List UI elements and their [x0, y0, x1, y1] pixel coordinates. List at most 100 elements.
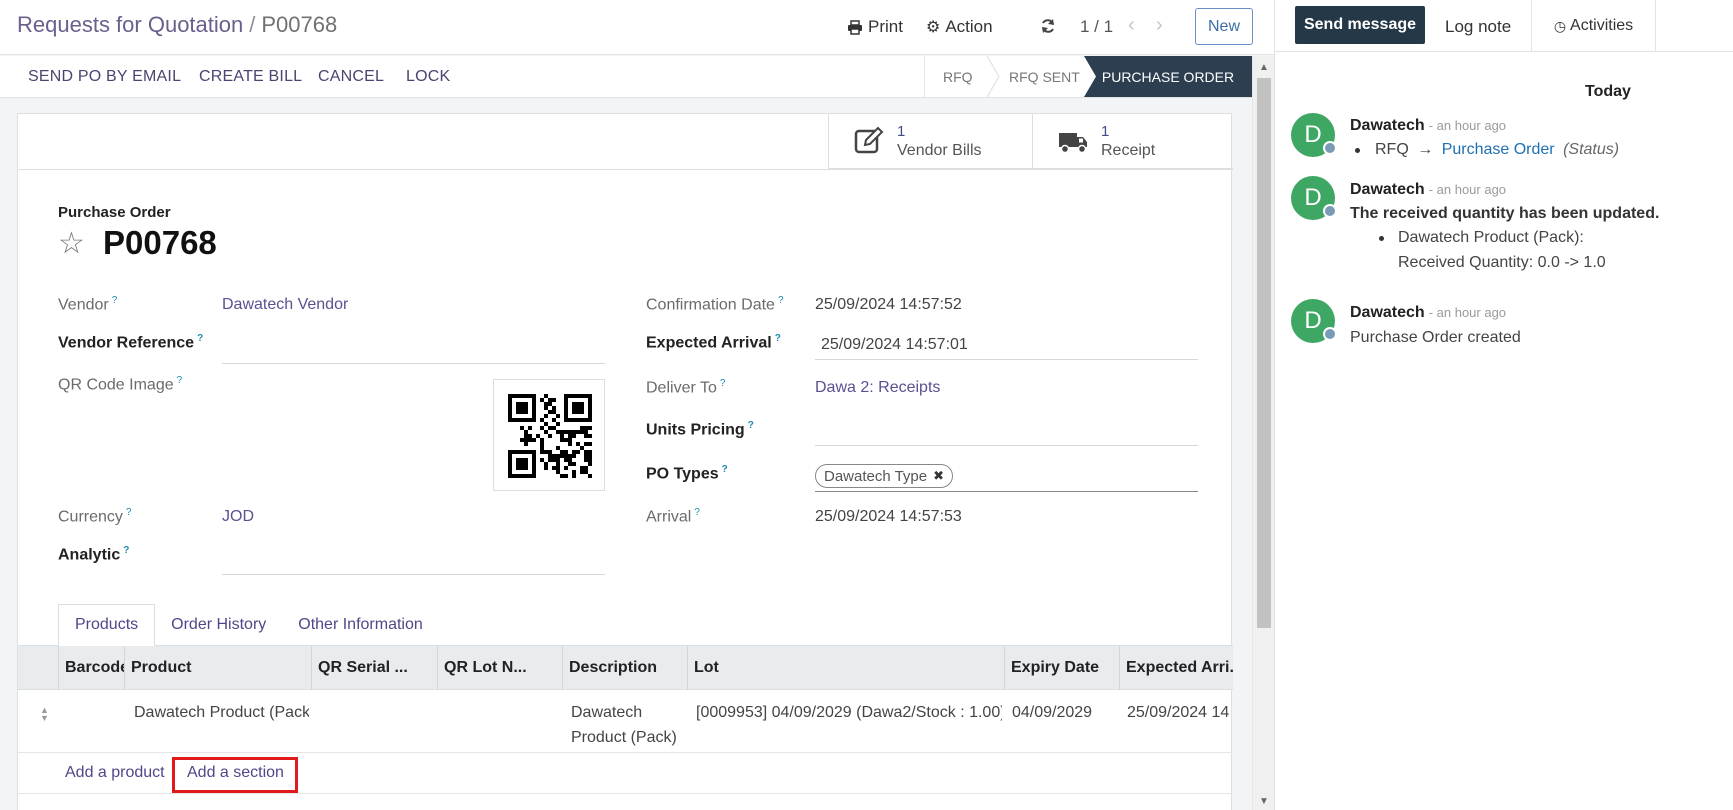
units-pricing-input[interactable] — [815, 445, 1198, 446]
po-types-input[interactable] — [815, 491, 1198, 492]
stage-rfq-sent[interactable]: RFQ SENT — [1009, 56, 1080, 97]
scroll-thumb[interactable] — [1257, 78, 1271, 628]
vendor-reference-input[interactable] — [222, 363, 605, 364]
receipt-label: Receipt — [1101, 142, 1156, 159]
message-body: Purchase Order created — [1350, 329, 1521, 346]
star-icon[interactable]: ☆ — [58, 229, 85, 259]
scrollbar[interactable]: ▲ ▼ — [1252, 56, 1274, 810]
smart-buttons-divider — [18, 169, 1233, 170]
record-type-label: Purchase Order — [58, 204, 171, 221]
form-view: Requests for Quotation / P00768 Print ⚙ Ac… — [0, 0, 1274, 810]
help-icon[interactable]: ? — [775, 333, 781, 344]
vendor-field[interactable]: Dawatech Vendor — [222, 296, 348, 314]
drag-handle-icon[interactable]: ▲ ▼ — [40, 706, 49, 723]
po-type-tag: Dawatech Type ✖ — [815, 464, 954, 488]
create-bill-button[interactable]: CREATE BILL — [199, 68, 302, 86]
statusbar-divider — [924, 56, 925, 97]
table-header: Barcode Product QR Serial ... QR Lot N..… — [18, 646, 1233, 690]
column-qr-lot[interactable]: QR Lot N... — [437, 646, 562, 690]
arrival-label: Arrival? — [646, 507, 700, 526]
avatar[interactable]: D — [1291, 176, 1337, 220]
form-sheet: 1 Vendor Bills 1 Receipt Purchase Order … — [17, 113, 1233, 810]
presence-dot — [1323, 204, 1337, 218]
send-message-button[interactable]: Send message — [1295, 6, 1425, 44]
cell-expected-arrival[interactable]: 25/09/2024 14 — [1127, 700, 1233, 725]
column-description[interactable]: Description — [562, 646, 687, 690]
chatter-topbar: Send message Log note ◷ Activities — [1275, 0, 1733, 52]
stage-chevron — [986, 56, 1000, 97]
help-icon[interactable]: ? — [722, 464, 728, 475]
cell-lot[interactable]: [0009953] 04/09/2029 (Dawa2/Stock : 1.00… — [696, 700, 1002, 725]
message-author: Dawatech - an hour ago — [1350, 304, 1507, 321]
action-label: Action — [945, 17, 993, 36]
presence-dot — [1323, 327, 1337, 341]
tab-order-history[interactable]: Order History — [155, 604, 282, 646]
help-icon[interactable]: ? — [177, 375, 183, 386]
scroll-up-icon[interactable]: ▲ — [1259, 62, 1269, 73]
tab-other-information[interactable]: Other Information — [282, 604, 439, 646]
column-qr-serial[interactable]: QR Serial ... — [311, 646, 437, 690]
tab-products[interactable]: Products — [58, 604, 156, 646]
add-section-link[interactable]: Add a section — [187, 764, 284, 782]
help-icon[interactable]: ? — [778, 295, 784, 306]
column-expected-arrival[interactable]: Expected Arri... — [1119, 646, 1233, 690]
po-type-tag-label: Dawatech Type — [824, 467, 928, 485]
vendor-bills-smart-button[interactable]: 1 Vendor Bills — [828, 114, 1032, 169]
currency-label: Currency? — [58, 507, 132, 526]
help-icon[interactable]: ? — [123, 545, 129, 556]
analytic-input[interactable] — [222, 574, 605, 575]
pager-value[interactable]: 1 / 1 — [1080, 17, 1113, 37]
pager-next-icon[interactable]: › — [1156, 14, 1163, 37]
column-lot[interactable]: Lot — [687, 646, 1004, 690]
arrival-field[interactable]: 25/09/2024 14:57:53 — [815, 508, 962, 526]
send-po-email-button[interactable]: SEND PO BY EMAIL — [28, 68, 181, 86]
tracking-value: RFQ → Purchase Order (Status) — [1375, 141, 1619, 159]
notebook-tabs: Products Order History Other Information — [58, 604, 439, 646]
cancel-button[interactable]: CANCEL — [318, 68, 384, 86]
pager-prev-icon[interactable]: ‹ — [1128, 14, 1135, 37]
truck-icon — [1059, 133, 1087, 154]
analytic-label: Analytic? — [58, 545, 130, 564]
qr-code-image[interactable] — [493, 379, 605, 491]
print-button[interactable]: Print — [847, 17, 903, 37]
help-icon[interactable]: ? — [197, 333, 203, 344]
help-icon[interactable]: ? — [126, 507, 132, 518]
breadcrumb-parent[interactable]: Requests for Quotation — [17, 12, 243, 37]
new-button[interactable]: New — [1195, 8, 1253, 45]
date-separator: Today — [1585, 83, 1631, 100]
message-item: Dawatech Product (Pack): — [1398, 229, 1584, 246]
stage-purchase-order[interactable]: PURCHASE ORDER — [1084, 56, 1252, 97]
column-barcode[interactable]: Barcode — [58, 646, 124, 690]
breadcrumb-current: P00768 — [261, 12, 338, 37]
cell-product[interactable]: Dawatech Product (Pack) — [134, 700, 309, 725]
avatar[interactable]: D — [1291, 299, 1337, 343]
confirmation-date-field[interactable]: 25/09/2024 14:57:52 — [815, 296, 962, 314]
scroll-down-icon[interactable]: ▼ — [1259, 796, 1269, 807]
deliver-to-field[interactable]: Dawa 2: Receipts — [815, 379, 940, 397]
help-icon[interactable]: ? — [112, 295, 118, 306]
cell-expiry-date[interactable]: 04/09/2029 — [1012, 700, 1117, 725]
remove-tag-icon[interactable]: ✖ — [933, 468, 944, 484]
po-types-label: PO Types? — [646, 464, 728, 483]
avatar[interactable]: D — [1291, 113, 1337, 157]
currency-field[interactable]: JOD — [222, 508, 254, 526]
cell-description[interactable]: Dawatech Product (Pack) — [571, 700, 686, 750]
log-note-button[interactable]: Log note — [1445, 17, 1511, 37]
help-icon[interactable]: ? — [748, 420, 754, 431]
help-icon[interactable]: ? — [720, 378, 726, 389]
activities-button[interactable]: ◷ Activities — [1531, 0, 1656, 52]
action-button[interactable]: ⚙ Action — [926, 17, 993, 37]
column-product[interactable]: Product — [124, 646, 311, 690]
message-time: - an hour ago — [1428, 182, 1507, 197]
help-icon[interactable]: ? — [694, 507, 700, 518]
lock-button[interactable]: LOCK — [406, 68, 450, 86]
expected-arrival-input[interactable]: 25/09/2024 14:57:01 — [821, 336, 968, 354]
presence-dot — [1323, 141, 1337, 155]
refresh-icon[interactable] — [1040, 18, 1056, 34]
qr-code-label: QR Code Image? — [58, 375, 183, 394]
table-row[interactable]: ▲ ▼ Dawatech Product (Pack) Dawatech Prod… — [18, 690, 1233, 753]
receipt-smart-button[interactable]: 1 Receipt — [1032, 114, 1233, 169]
stage-rfq[interactable]: RFQ — [943, 56, 973, 97]
add-product-link[interactable]: Add a product — [65, 764, 165, 782]
column-expiry-date[interactable]: Expiry Date — [1004, 646, 1119, 690]
